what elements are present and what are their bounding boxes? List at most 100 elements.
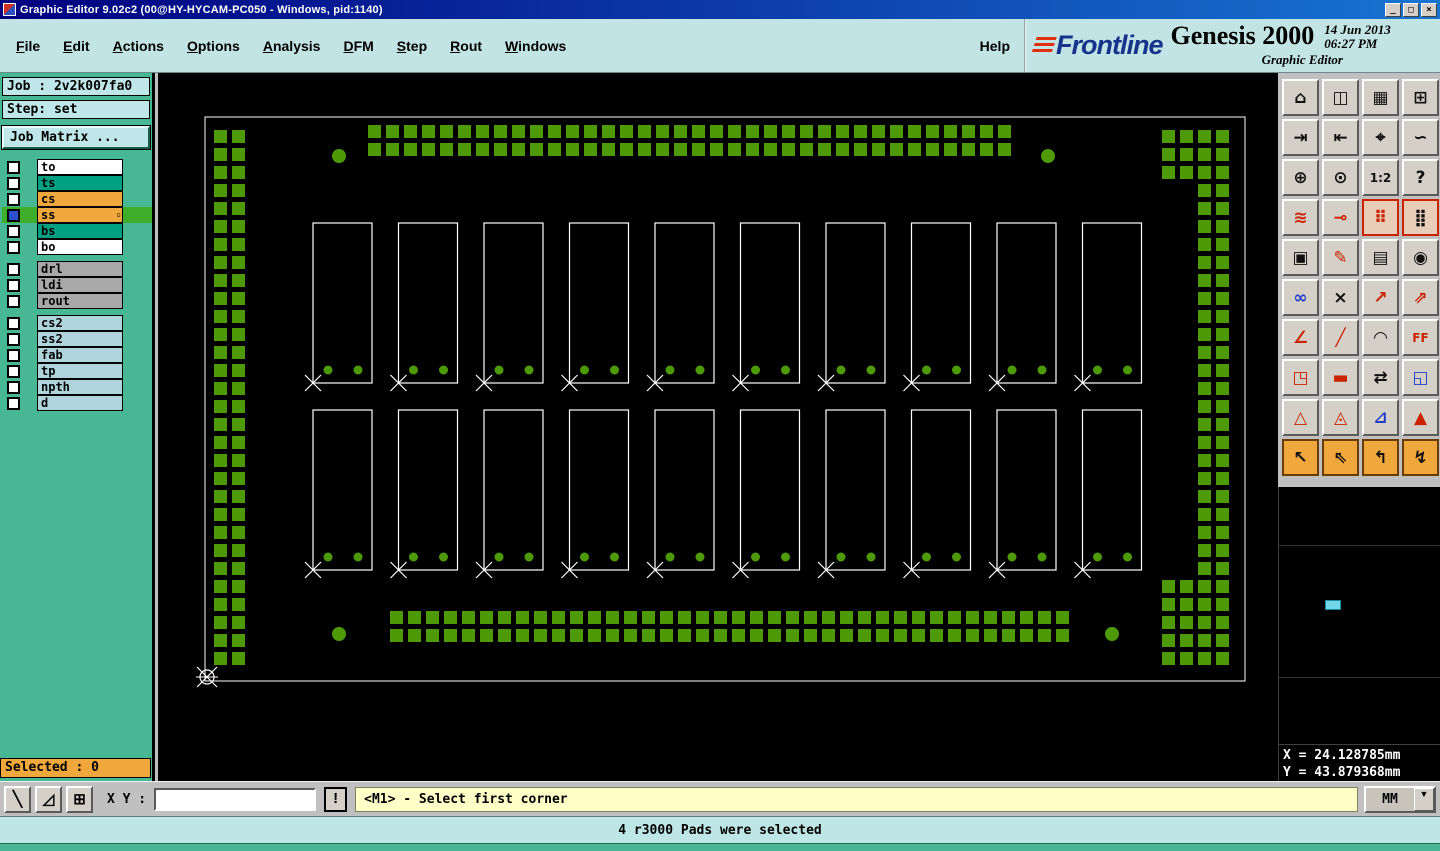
- menu-file[interactable]: File: [16, 38, 40, 54]
- layer-label-ss[interactable]: ss ▫: [37, 207, 123, 223]
- layer-label-npth[interactable]: npth: [37, 379, 123, 395]
- layer-row-cs2[interactable]: cs2: [2, 315, 152, 331]
- tool-zoom-1-2-button[interactable]: 1:2: [1362, 159, 1399, 196]
- layer-row-cs[interactable]: cs: [2, 191, 152, 207]
- layer-label-ss2[interactable]: ss2: [37, 331, 123, 347]
- tool-text-button[interactable]: FF: [1402, 319, 1439, 356]
- tool-delete-button[interactable]: ×: [1322, 279, 1359, 316]
- tool-measure-angle-button[interactable]: ∠: [1282, 319, 1319, 356]
- layer-row-tp[interactable]: tp: [2, 363, 152, 379]
- layer-label-cs[interactable]: cs: [37, 191, 123, 207]
- menu-edit[interactable]: Edit: [63, 38, 89, 54]
- layer-row-ldi[interactable]: ldi: [2, 277, 152, 293]
- tool-move-vertex-button[interactable]: ↗: [1362, 279, 1399, 316]
- snap-mode-button[interactable]: ╲: [4, 785, 31, 813]
- tool-split-view-button[interactable]: ⊞: [1402, 79, 1439, 116]
- layer-label-cs2[interactable]: cs2: [37, 315, 123, 331]
- layer-checkbox-to[interactable]: [7, 160, 20, 174]
- tool-help-button[interactable]: ?: [1402, 159, 1439, 196]
- units-selector[interactable]: MM ▼: [1364, 785, 1436, 813]
- tool-edit-window-button[interactable]: ✎: [1322, 239, 1359, 276]
- pcb-canvas[interactable]: [158, 73, 1278, 781]
- layer-row-rout[interactable]: rout: [2, 293, 152, 309]
- tool-zoom-in-window-button[interactable]: ⇥: [1282, 119, 1319, 156]
- tool-grid-snap-button[interactable]: ⠿: [1362, 199, 1399, 236]
- angle-mode-button[interactable]: ◿: [35, 785, 62, 813]
- tool-layer-compare-button[interactable]: ≋: [1282, 199, 1319, 236]
- tool-clipboard-button[interactable]: ⌂: [1282, 79, 1319, 116]
- tool-origin-button[interactable]: ◉: [1402, 239, 1439, 276]
- menu-step[interactable]: Step: [397, 38, 427, 54]
- close-button[interactable]: ×: [1421, 2, 1437, 17]
- menu-windows[interactable]: Windows: [505, 38, 566, 54]
- menu-options[interactable]: Options: [187, 38, 240, 54]
- layer-row-npth[interactable]: npth: [2, 379, 152, 395]
- layer-checkbox-ts[interactable]: [7, 176, 20, 190]
- title-bar[interactable]: Graphic Editor 9.02c2 (00@HY-HYCAM-PC050…: [0, 0, 1440, 19]
- menu-actions[interactable]: Actions: [113, 38, 164, 54]
- tool-measure-arc-button[interactable]: ◠: [1362, 319, 1399, 356]
- tool-display-button[interactable]: ◫: [1322, 79, 1359, 116]
- tool-ruler-button[interactable]: ▤: [1362, 239, 1399, 276]
- layer-label-to[interactable]: to: [37, 159, 123, 175]
- tool-copy-vertex-button[interactable]: ⇗: [1402, 279, 1439, 316]
- tool-fit-view-button[interactable]: ⊕: [1282, 159, 1319, 196]
- xy-input[interactable]: [154, 787, 317, 811]
- layer-label-drl[interactable]: drl: [37, 261, 123, 277]
- tool-pan-center-button[interactable]: ⊙: [1322, 159, 1359, 196]
- layer-checkbox-rout[interactable]: [7, 294, 20, 308]
- layer-row-ss[interactable]: ss ▫: [2, 207, 152, 223]
- layer-checkbox-bo[interactable]: [7, 240, 20, 254]
- layer-label-tp[interactable]: tp: [37, 363, 123, 379]
- layer-checkbox-cs2[interactable]: [7, 316, 20, 330]
- menu-rout[interactable]: Rout: [450, 38, 482, 54]
- layer-checkbox-ss2[interactable]: [7, 332, 20, 346]
- layer-label-fab[interactable]: fab: [37, 347, 123, 363]
- tool-surface-button[interactable]: ◱: [1402, 359, 1439, 396]
- layer-row-d[interactable]: d: [2, 395, 152, 411]
- tool-measure-point-button[interactable]: ⊸: [1322, 199, 1359, 236]
- tool-line-edit-button[interactable]: ▬: [1322, 359, 1359, 396]
- layer-row-bo[interactable]: bo: [2, 239, 152, 255]
- tool-plot-button[interactable]: ▦: [1362, 79, 1399, 116]
- tool-triangle-open-button[interactable]: △: [1282, 399, 1319, 436]
- tool-select-filter-button[interactable]: ↯: [1402, 439, 1439, 476]
- units-dropdown-button[interactable]: ▼: [1414, 787, 1434, 811]
- minimize-button[interactable]: _: [1385, 2, 1401, 17]
- layer-checkbox-cs[interactable]: [7, 192, 20, 206]
- grid-toggle-button[interactable]: ⊞: [66, 785, 93, 813]
- tool-measure-line-button[interactable]: ╱: [1322, 319, 1359, 356]
- tool-net-highlight-button[interactable]: ∞: [1282, 279, 1319, 316]
- layer-label-bo[interactable]: bo: [37, 239, 123, 255]
- layer-checkbox-tp[interactable]: [7, 364, 20, 378]
- tool-triangle-filled-button[interactable]: ▲: [1402, 399, 1439, 436]
- layer-label-ts[interactable]: ts: [37, 175, 123, 191]
- layer-label-bs[interactable]: bs: [37, 223, 123, 239]
- tool-stretch-button[interactable]: ⇄: [1362, 359, 1399, 396]
- layer-row-drl[interactable]: drl: [2, 261, 152, 277]
- tool-zoom-out-window-button[interactable]: ⇤: [1322, 119, 1359, 156]
- tool-grid-dots-button[interactable]: ⣿: [1402, 199, 1439, 236]
- tool-triangle-measure-button[interactable]: ⊿: [1362, 399, 1399, 436]
- tool-clip-view-button[interactable]: ▣: [1282, 239, 1319, 276]
- menu-analysis[interactable]: Analysis: [263, 38, 321, 54]
- layer-checkbox-ss[interactable]: [7, 208, 20, 222]
- tool-select-single-button[interactable]: ↖: [1282, 439, 1319, 476]
- alert-button[interactable]: !: [324, 786, 348, 812]
- layer-checkbox-ldi[interactable]: [7, 278, 20, 292]
- tool-triangle-label-button[interactable]: ◬: [1322, 399, 1359, 436]
- tool-select-window-button[interactable]: ⇖: [1322, 439, 1359, 476]
- layer-checkbox-bs[interactable]: [7, 224, 20, 238]
- layer-row-ss2[interactable]: ss2: [2, 331, 152, 347]
- layer-row-ts[interactable]: ts: [2, 175, 152, 191]
- layer-checkbox-d[interactable]: [7, 396, 20, 410]
- layer-label-rout[interactable]: rout: [37, 293, 123, 309]
- layer-row-fab[interactable]: fab: [2, 347, 152, 363]
- layer-label-d[interactable]: d: [37, 395, 123, 411]
- tool-select-query-button[interactable]: ↰: [1362, 439, 1399, 476]
- layer-label-ldi[interactable]: ldi: [37, 277, 123, 293]
- maximize-button[interactable]: □: [1403, 2, 1419, 17]
- layer-row-to[interactable]: to: [2, 159, 152, 175]
- layer-checkbox-fab[interactable]: [7, 348, 20, 362]
- tool-pad-edit-button[interactable]: ◳: [1282, 359, 1319, 396]
